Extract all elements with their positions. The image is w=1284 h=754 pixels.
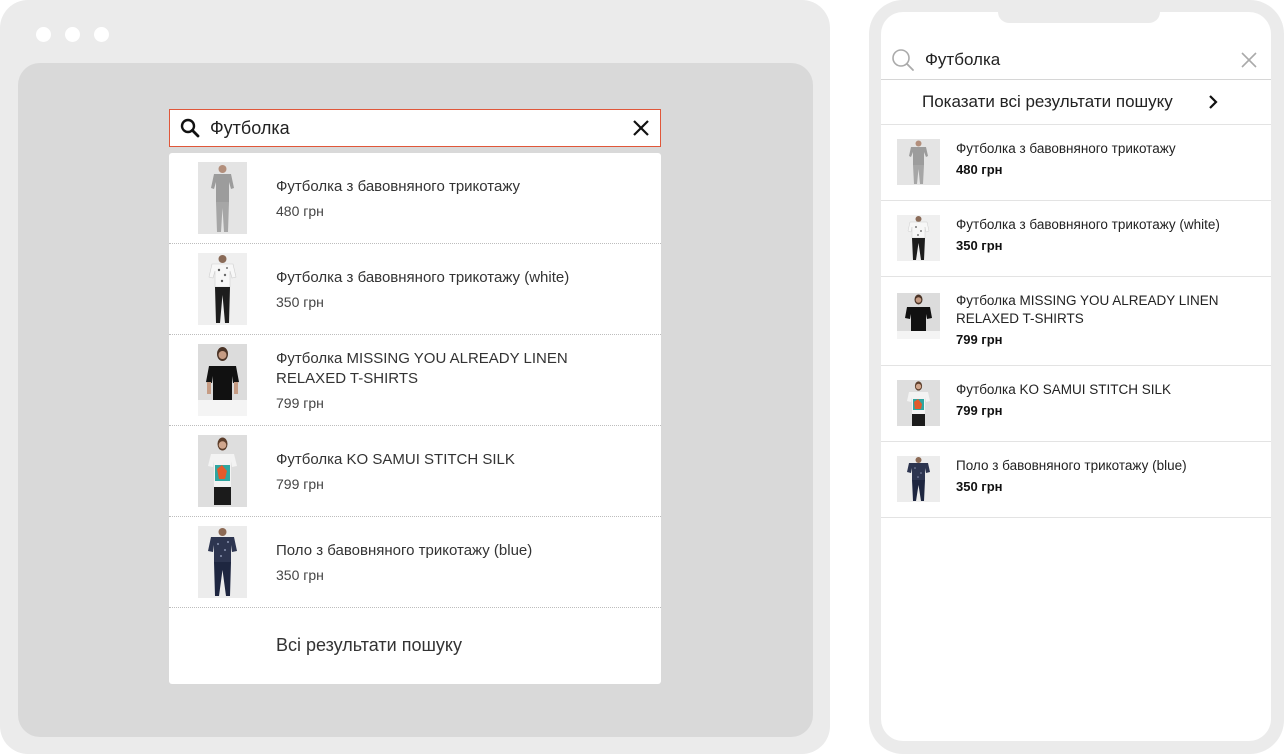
product-title: Поло з бавовняного трикотажу (blue)	[956, 458, 1187, 473]
product-title: Футболка з бавовняного трикотажу (white)	[956, 217, 1220, 232]
product-price: 480 грн	[956, 162, 1003, 177]
mobile-result-item[interactable]: Поло з бавовняного трикотажу (blue) 350 …	[881, 442, 1271, 518]
product-thumbnail	[897, 380, 940, 426]
product-price: 799 грн	[956, 332, 1003, 347]
search-suggestions: Футболка з бавовняного трикотажу 480 грн…	[169, 153, 661, 684]
phone-notch	[998, 12, 1160, 23]
product-title: Поло з бавовняного трикотажу (blue)	[276, 542, 533, 559]
product-price: 350 грн	[276, 567, 324, 583]
product-price: 799 грн	[956, 403, 1003, 418]
product-thumbnail	[897, 456, 940, 502]
suggestion-item[interactable]: Футболка MISSING YOU ALREADY LINEN RELAX…	[169, 335, 661, 426]
window-dot-maximize[interactable]	[94, 27, 109, 42]
product-title: Футболка MISSING YOU ALREADY LINEN RELAX…	[276, 350, 568, 387]
all-results-link[interactable]: Всі результати пошуку	[169, 608, 661, 683]
phone-screen: Показати всі результати пошуку Футболка …	[881, 12, 1271, 741]
suggestion-item[interactable]: Футболка з бавовняного трикотажу 480 грн	[169, 153, 661, 244]
product-thumbnail	[897, 293, 940, 339]
window-dot-minimize[interactable]	[65, 27, 80, 42]
product-title: Футболка KO SAMUI STITCH SILK	[276, 451, 515, 468]
product-title: Футболка з бавовняного трикотажу	[276, 178, 521, 195]
mobile-search-bar	[881, 40, 1271, 80]
chevron-right-icon	[1203, 92, 1223, 112]
mobile-search-input[interactable]	[925, 49, 1227, 70]
show-all-label: Показати всі результати пошуку	[922, 92, 1173, 111]
product-price: 799 грн	[276, 395, 324, 411]
browser-window: Футболка з бавовняного трикотажу 480 грн…	[0, 0, 830, 754]
product-title: Футболка з бавовняного трикотажу (white)	[276, 269, 570, 286]
search-bar	[169, 109, 661, 147]
suggestion-item[interactable]: Футболка KO SAMUI STITCH SILK 799 грн	[169, 426, 661, 517]
product-thumbnail	[198, 253, 247, 325]
product-title: Футболка з бавовняного трикотажу	[956, 141, 1176, 156]
product-thumbnail	[198, 435, 247, 507]
show-all-results-button[interactable]: Показати всі результати пошуку	[881, 80, 1271, 125]
product-price: 350 грн	[956, 238, 1003, 253]
product-title: Футболка MISSING YOU ALREADY LINEN RELAX…	[956, 293, 1219, 326]
suggestion-item[interactable]: Поло з бавовняного трикотажу (blue) 350 …	[169, 517, 661, 608]
phone-frame: Показати всі результати пошуку Футболка …	[869, 0, 1284, 754]
search-input[interactable]	[210, 110, 622, 146]
product-thumbnail	[198, 162, 247, 234]
product-title: Футболка KO SAMUI STITCH SILK	[956, 382, 1172, 397]
product-price: 480 грн	[276, 203, 324, 219]
product-thumbnail	[897, 215, 940, 261]
product-thumbnail	[198, 526, 247, 598]
close-icon[interactable]	[622, 110, 660, 146]
mobile-result-item[interactable]: Футболка з бавовняного трикотажу (white)…	[881, 201, 1271, 277]
product-price: 350 грн	[276, 294, 324, 310]
window-controls	[36, 27, 109, 42]
mobile-results-list: Футболка з бавовняного трикотажу 480 грн…	[881, 125, 1271, 518]
mobile-result-item[interactable]: Футболка MISSING YOU ALREADY LINEN RELAX…	[881, 277, 1271, 366]
browser-viewport: Футболка з бавовняного трикотажу 480 грн…	[18, 63, 813, 737]
mobile-result-item[interactable]: Футболка KO SAMUI STITCH SILK 799 грн	[881, 366, 1271, 442]
product-price: 799 грн	[276, 476, 324, 492]
suggestion-item[interactable]: Футболка з бавовняного трикотажу (white)…	[169, 244, 661, 335]
product-thumbnail	[198, 344, 247, 416]
window-dot-close[interactable]	[36, 27, 51, 42]
close-icon[interactable]	[1227, 51, 1271, 68]
search-icon	[170, 110, 210, 146]
mobile-result-item[interactable]: Футболка з бавовняного трикотажу 480 грн	[881, 125, 1271, 201]
product-price: 350 грн	[956, 479, 1003, 494]
search-icon	[881, 48, 925, 72]
product-thumbnail	[897, 139, 940, 185]
